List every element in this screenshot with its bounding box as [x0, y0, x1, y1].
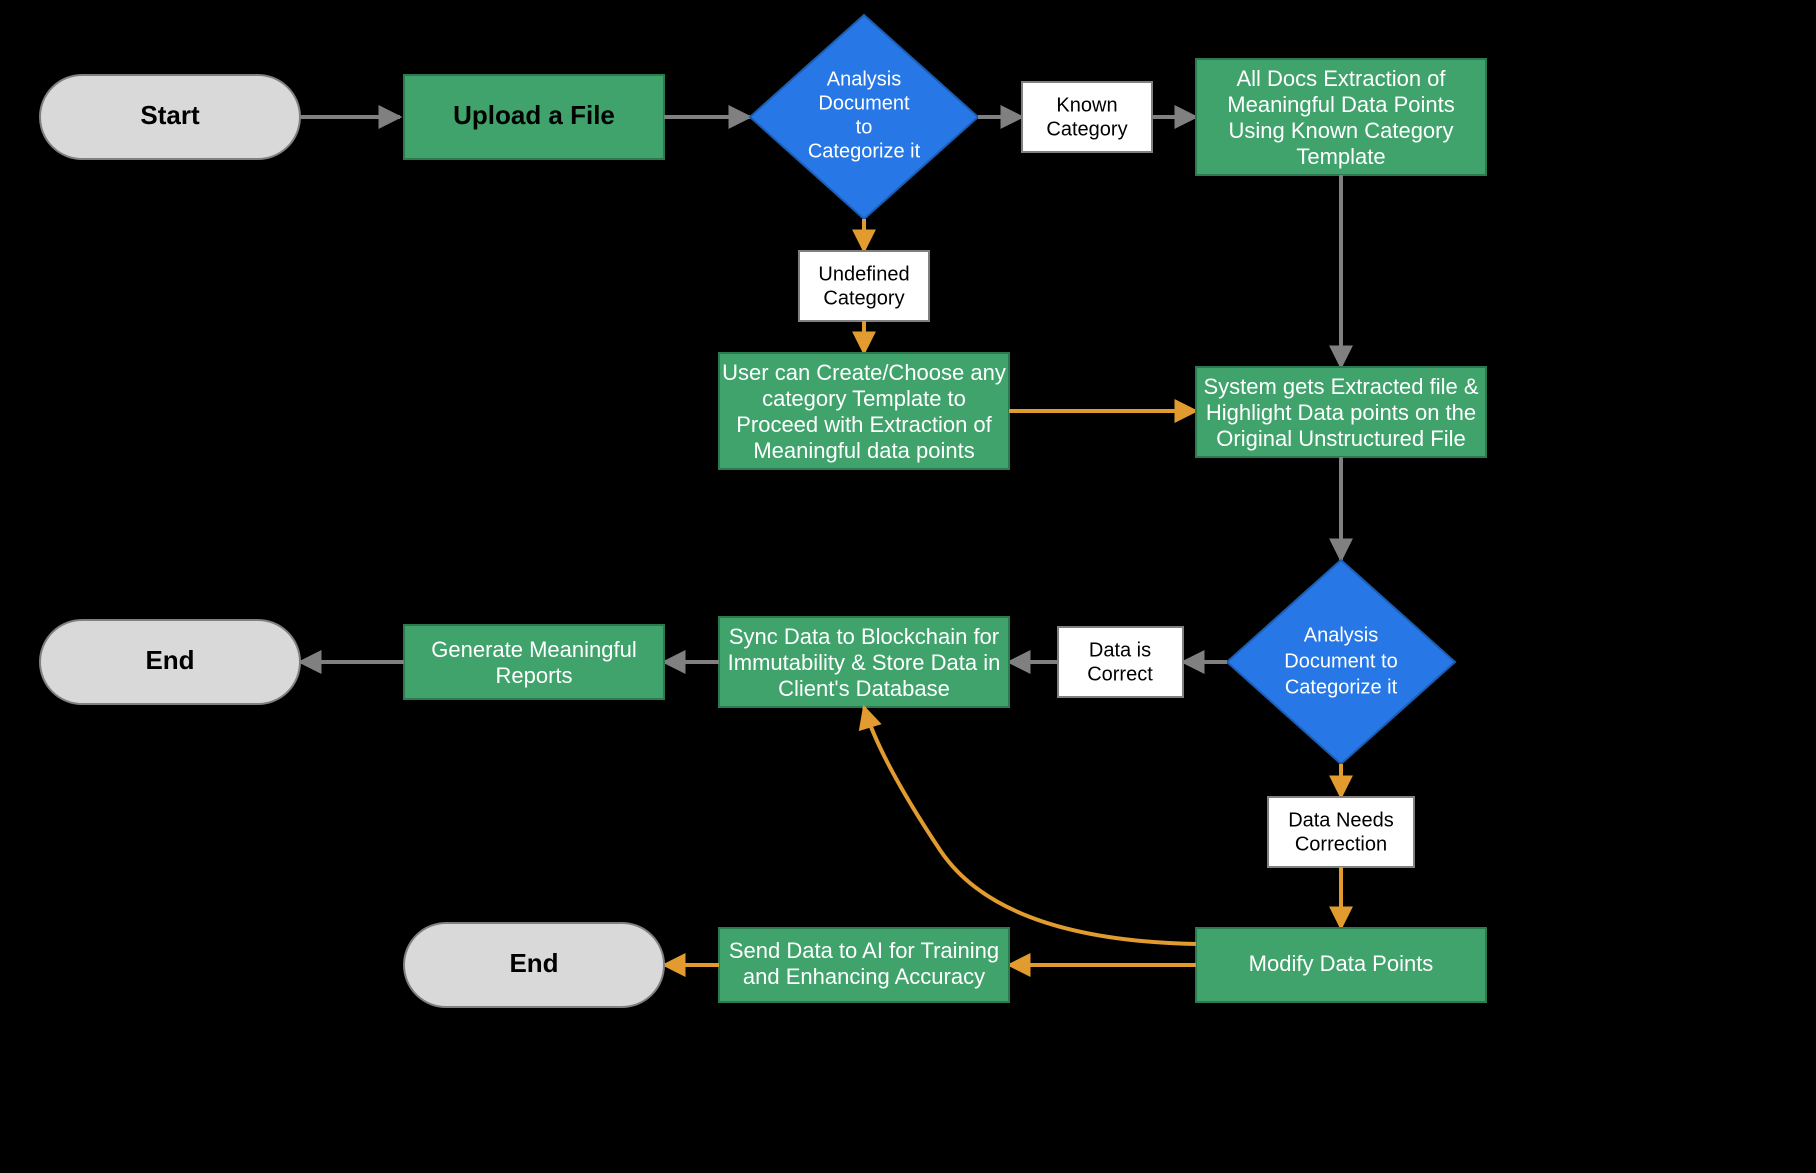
usercreate-l1: User can Create/Choose any	[722, 360, 1006, 385]
known-category-label	[1022, 82, 1152, 152]
decision2-l1: Analysis	[1304, 624, 1378, 646]
needs-l1: Data Needs	[1288, 809, 1394, 831]
usercreate-l4: Meaningful data points	[753, 438, 974, 463]
decision1-l3: to	[856, 116, 873, 138]
decision1-l1: Analysis	[827, 68, 901, 90]
end1-label: End	[145, 645, 194, 675]
data-needs-label	[1268, 797, 1414, 867]
usercreate-l3: Proceed with Extraction of	[736, 412, 992, 437]
known-l2: Category	[1046, 118, 1127, 140]
highlight-l3: Original Unstructured File	[1216, 426, 1465, 451]
reports-l2: Reports	[495, 663, 572, 688]
decision1-l2: Document	[818, 92, 910, 114]
ai-l2: and Enhancing Accuracy	[743, 964, 985, 989]
sync-l3: Client's Database	[778, 676, 950, 701]
extract-l3: Using Known Category	[1228, 118, 1453, 143]
decision1-l4: Categorize it	[808, 140, 921, 162]
decision2-l2: Document to	[1284, 650, 1397, 672]
correct-l1: Data is	[1089, 639, 1151, 661]
highlight-l2: Highlight Data points on the	[1206, 400, 1476, 425]
undefined-l2: Category	[823, 287, 904, 309]
needs-l2: Correction	[1295, 833, 1387, 855]
extract-l4: Template	[1296, 144, 1385, 169]
sync-l1: Sync Data to Blockchain for	[729, 624, 999, 649]
extract-l2: Meaningful Data Points	[1227, 92, 1454, 117]
upload-label: Upload a File	[453, 100, 615, 130]
decision2-l3: Categorize it	[1285, 676, 1398, 698]
flowchart: Start Upload a File Analysis Document to…	[0, 0, 1816, 1173]
ai-l1: Send Data to AI for Training	[729, 938, 999, 963]
arrow-modify-sync	[864, 707, 1196, 944]
undefined-l1: Undefined	[818, 263, 909, 285]
undefined-category-label	[799, 251, 929, 321]
reports-l1: Generate Meaningful	[431, 637, 636, 662]
end2-label: End	[509, 948, 558, 978]
usercreate-l2: category Template to	[762, 386, 966, 411]
modify-label: Modify Data Points	[1249, 951, 1434, 976]
known-l1: Known	[1056, 94, 1117, 116]
extract-l1: All Docs Extraction of	[1236, 66, 1446, 91]
highlight-l1: System gets Extracted file &	[1203, 374, 1478, 399]
sync-l2: Immutability & Store Data in	[728, 650, 1001, 675]
correct-l2: Correct	[1087, 663, 1153, 685]
data-correct-label	[1058, 627, 1183, 697]
start-label: Start	[140, 100, 200, 130]
